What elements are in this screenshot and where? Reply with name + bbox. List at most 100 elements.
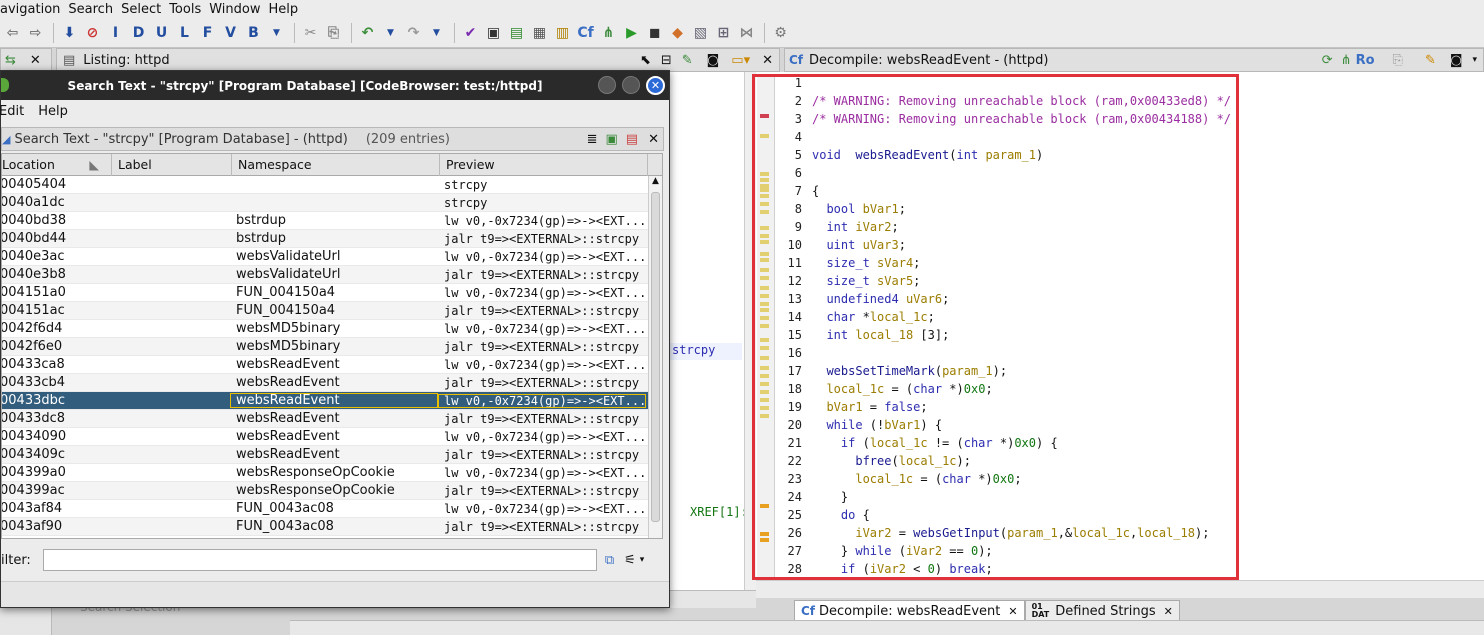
snapshot-icon[interactable]: ◙: [707, 53, 720, 68]
listing-strcpy[interactable]: strcpy: [670, 343, 742, 360]
back-icon[interactable]: ⇦: [2, 22, 23, 43]
bookmark-icon[interactable]: ✂: [300, 22, 321, 43]
layout-icon[interactable]: ⊟: [661, 53, 672, 68]
select-icon[interactable]: ▣: [606, 132, 618, 147]
table-row[interactable]: 0043409c websReadEvent jalr t9=><EXTERNAL>…: [2, 446, 648, 464]
label-b-button[interactable]: B: [243, 22, 264, 43]
listing-view[interactable]: [668, 72, 756, 606]
col-namespace[interactable]: Namespace: [232, 153, 440, 176]
list-icon[interactable]: ≣: [587, 132, 598, 147]
tree-icon[interactable]: ⋔: [598, 22, 619, 43]
cursor-icon[interactable]: ⬉: [640, 53, 651, 68]
label-i-button[interactable]: I: [105, 22, 126, 43]
scroll-up-icon[interactable]: ▲: [649, 176, 662, 190]
table-row[interactable]: 00433cb4 websReadEvent jalr t9=><EXTERNAL>…: [2, 374, 648, 392]
menu-item-help[interactable]: Help: [265, 2, 301, 17]
chevron-down-icon[interactable]: ▼: [266, 22, 287, 43]
function-graph-icon[interactable]: ▣: [483, 22, 504, 43]
snapshot-icon[interactable]: ◙: [1450, 53, 1463, 68]
copy-icon[interactable]: ⎘: [323, 22, 344, 43]
down-arrow-icon[interactable]: ⬇: [59, 22, 80, 43]
menu-item-search[interactable]: Search: [65, 2, 116, 17]
label-l-button[interactable]: L: [174, 22, 195, 43]
scroll-thumb[interactable]: [651, 192, 660, 522]
run-icon[interactable]: ▶: [621, 22, 642, 43]
program-tree-icon[interactable]: ⇆: [5, 53, 16, 68]
table-row[interactable]: 004399ac websResponseOpCookie jalr t9=><EX…: [2, 482, 648, 500]
delete-icon[interactable]: ▤: [626, 132, 638, 147]
close-button[interactable]: ✕: [646, 76, 665, 95]
table-row[interactable]: 0042f6d4 websMD5binary lw v0,-0x7234(gp)=>…: [2, 320, 648, 338]
listing-xref[interactable]: XREF[1]:: [690, 505, 748, 519]
col-label[interactable]: Label: [112, 153, 232, 176]
menu-edit[interactable]: Edit: [0, 104, 24, 119]
filter-options-icon[interactable]: ⧉: [605, 553, 614, 568]
console-icon[interactable]: ◼: [644, 22, 665, 43]
table-row[interactable]: 00434090 websReadEvent lw v0,-0x7234(gp)=>…: [2, 428, 648, 446]
chevron-down-icon[interactable]: ▾: [640, 555, 645, 565]
table-scrollbar[interactable]: ▲: [648, 176, 662, 538]
filter-input[interactable]: [42, 549, 597, 571]
table-row[interactable]: 0043af90 FUN_0043ac08 jalr t9=><EXTERNAL>:…: [2, 518, 648, 536]
memory-map-icon[interactable]: ▦: [529, 22, 550, 43]
minimize-button[interactable]: [598, 76, 616, 94]
clear-icon[interactable]: ⊘: [82, 22, 103, 43]
script-icon[interactable]: ▤: [506, 22, 527, 43]
tab-decompile[interactable]: Cf Decompile: websReadEvent ✕: [794, 600, 1025, 622]
tree-icon[interactable]: ⋔: [1341, 53, 1352, 68]
table-row[interactable]: 004151ac FUN_004150a4 jalr t9=><EXTERNAL>:…: [2, 302, 648, 320]
label-f-button[interactable]: F: [197, 22, 218, 43]
close-icon[interactable]: ✕: [1008, 605, 1017, 618]
chevron-down-icon[interactable]: ▼: [426, 22, 447, 43]
table-row[interactable]: 0040a1dc strcpy: [2, 194, 648, 212]
chevron-down-icon[interactable]: ▾: [1472, 55, 1477, 65]
checkmark-icon[interactable]: ✔: [460, 22, 481, 43]
label-d-button[interactable]: D: [128, 22, 149, 43]
close-icon[interactable]: ✕: [648, 132, 659, 147]
table-row[interactable]: 0042f6e0 websMD5binary jalr t9=><EXTERNAL>…: [2, 338, 648, 356]
dialog-title-bar[interactable]: Search Text - "strcpy" [Program Database…: [1, 71, 669, 100]
table-row[interactable]: 004399a0 websResponseOpCookie lw v0,-0x723…: [2, 464, 648, 482]
table-icon[interactable]: ▧: [690, 22, 711, 43]
copy-icon[interactable]: ⎘: [1393, 53, 1403, 68]
table-row[interactable]: 004151a0 FUN_004150a4 lw v0,-0x7234(gp)=>-…: [2, 284, 648, 302]
menu-item-select[interactable]: Select: [118, 2, 164, 17]
menu-item-avigation[interactable]: avigation: [0, 2, 63, 17]
label-v-button[interactable]: V: [220, 22, 241, 43]
menu-item-window[interactable]: Window: [206, 2, 263, 17]
tab-defined-strings[interactable]: 01 DAT Defined Strings ✕: [1024, 600, 1180, 622]
refresh-icon[interactable]: ⟳: [1322, 53, 1333, 68]
col-preview[interactable]: Preview: [440, 153, 648, 176]
export-icon[interactable]: ⊞: [713, 22, 734, 43]
table-row[interactable]: 0040bd38 bstrdup lw v0,-0x7234(gp)=>-><EXT…: [2, 212, 648, 230]
close-icon[interactable]: ✕: [1164, 605, 1173, 618]
forward-icon[interactable]: ⇨: [25, 22, 46, 43]
chevron-down-icon[interactable]: ▼: [380, 22, 401, 43]
menu-item-tools[interactable]: Tools: [166, 2, 204, 17]
decompile-icon[interactable]: Cf: [575, 22, 596, 43]
menu-help[interactable]: Help: [38, 104, 68, 119]
settings-icon[interactable]: ⚙: [770, 22, 791, 43]
redo-icon[interactable]: ↷: [403, 22, 424, 43]
label-u-button[interactable]: U: [151, 22, 172, 43]
table-row[interactable]: 00405404 strcpy: [2, 176, 648, 194]
edit-icon[interactable]: ✎: [1425, 53, 1436, 68]
diamond-icon[interactable]: ◆: [667, 22, 688, 43]
table-row[interactable]: 0040e3b8 websValidateUrl jalr t9=><EXTERNA…: [2, 266, 648, 284]
table-row[interactable]: 00433dbc websReadEvent lw v0,-0x7234(gp)=>…: [2, 392, 648, 410]
table-row[interactable]: 0040bd44 bstrdup jalr t9=><EXTERNAL>::strc…: [2, 230, 648, 248]
tree-view-icon[interactable]: ⋈: [736, 22, 757, 43]
undo-icon[interactable]: ↶: [357, 22, 378, 43]
table-row[interactable]: 00433ca8 websReadEvent lw v0,-0x7234(gp)=>…: [2, 356, 648, 374]
table-row[interactable]: 00433dc8 websReadEvent jalr t9=><EXTERNAL>…: [2, 410, 648, 428]
col-location[interactable]: Location ◣: [2, 153, 112, 176]
options-icon[interactable]: ▭▾: [731, 53, 750, 68]
filter-settings-icon[interactable]: ⚟: [624, 553, 636, 568]
maximize-button[interactable]: [622, 76, 640, 94]
close-icon[interactable]: ✕: [30, 53, 41, 68]
decompile-ro-button[interactable]: Ro: [1356, 53, 1375, 68]
edit-icon[interactable]: ✎: [682, 53, 693, 68]
close-icon[interactable]: ✕: [762, 53, 773, 68]
table-row[interactable]: 0040e3ac websValidateUrl lw v0,-0x7234(gp)…: [2, 248, 648, 266]
table-row[interactable]: 0043af84 FUN_0043ac08 lw v0,-0x7234(gp)=>-…: [2, 500, 648, 518]
